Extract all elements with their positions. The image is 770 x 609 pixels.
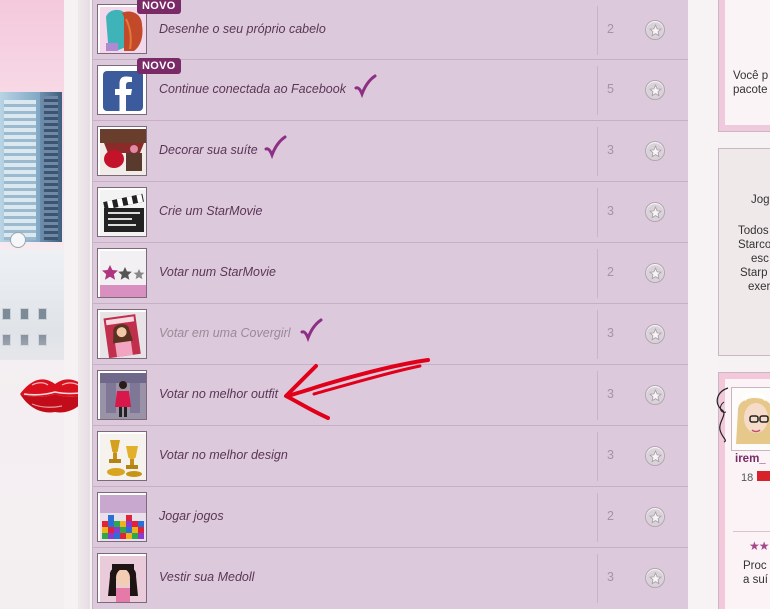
turkey-flag-icon xyxy=(757,471,770,481)
star-icon xyxy=(649,327,662,340)
level-stars-icon: ★★ xyxy=(749,539,769,553)
info-text: exer xyxy=(748,281,770,293)
activity-count: 5 xyxy=(607,82,614,96)
package-text: Você p pacote xyxy=(733,70,769,96)
activity-count: 2 xyxy=(607,509,614,523)
star-button[interactable] xyxy=(645,446,665,466)
activity-title[interactable]: Crie um StarMovie xyxy=(159,204,263,218)
magazine-cover-icon xyxy=(97,309,147,359)
star-button[interactable] xyxy=(645,20,665,40)
activity-count: 3 xyxy=(607,570,614,584)
activity-title[interactable]: Decorar sua suíte xyxy=(159,143,258,157)
activity-row[interactable]: NOVO Continue conectada ao Facebook 5 xyxy=(93,58,689,121)
star-icon xyxy=(649,205,662,218)
star-icon xyxy=(649,510,662,523)
activity-row[interactable]: NOVO Desenhe o seu próprio cabelo 2 xyxy=(93,0,689,60)
medoll-icon xyxy=(97,553,147,603)
profile-age: 18 xyxy=(741,472,754,484)
star-icon xyxy=(649,449,662,462)
decorative-city-background xyxy=(0,0,64,609)
activity-list: NOVO Desenhe o seu próprio cabelo 2 NOVO… xyxy=(92,0,689,609)
activity-row[interactable]: Votar no melhor outfit 3 xyxy=(93,365,689,426)
star-button[interactable] xyxy=(645,141,665,161)
star-button[interactable] xyxy=(645,202,665,222)
activity-row[interactable]: Votar em uma Covergirl 3 xyxy=(93,304,689,365)
star-icon xyxy=(649,388,662,401)
activity-title[interactable]: Vestir sua Medoll xyxy=(159,570,254,584)
star-icon xyxy=(649,23,662,36)
activity-count: 2 xyxy=(607,22,614,36)
checkmark-icon xyxy=(300,318,323,343)
star-button[interactable] xyxy=(645,80,665,100)
suite-decor-icon xyxy=(97,126,147,176)
activity-title[interactable]: Votar em uma Covergirl xyxy=(159,326,291,340)
star-icon xyxy=(649,266,662,279)
activity-row[interactable]: Votar no melhor design 3 xyxy=(93,426,689,487)
activity-title[interactable]: Desenhe o seu próprio cabelo xyxy=(159,22,326,36)
package-card: Você p pacote xyxy=(718,0,770,132)
activity-row[interactable]: Votar num StarMovie 2 xyxy=(93,243,689,304)
right-sidebar: Você p pacote Jog Todos Starco esc Starp… xyxy=(718,0,770,609)
checkmark-icon xyxy=(264,135,287,160)
panel-shadow xyxy=(78,0,90,609)
activity-count: 3 xyxy=(607,204,614,218)
profile-name[interactable]: irem_ xyxy=(735,453,766,465)
new-badge: NOVO xyxy=(137,0,181,14)
info-text: esc xyxy=(751,253,769,265)
profile-text: Proc xyxy=(743,560,767,572)
star-icon xyxy=(649,144,662,157)
activity-row[interactable]: Vestir sua Medoll 3 xyxy=(93,548,689,609)
activity-row[interactable]: Crie um StarMovie 3 xyxy=(93,182,689,243)
activity-title[interactable]: Jogar jogos xyxy=(159,509,224,523)
trophies-icon xyxy=(97,431,147,481)
avatar[interactable] xyxy=(731,387,770,451)
star-button[interactable] xyxy=(645,263,665,283)
star-icon xyxy=(649,83,662,96)
profile-text: a suí xyxy=(743,574,768,586)
activity-count: 2 xyxy=(607,265,614,279)
activity-title[interactable]: Votar num StarMovie xyxy=(159,265,276,279)
star-button[interactable] xyxy=(645,385,665,405)
new-badge: NOVO xyxy=(137,58,181,74)
info-text: Starp xyxy=(740,267,768,279)
activity-title[interactable]: Votar no melhor design xyxy=(159,448,288,462)
activity-title[interactable]: Continue conectada ao Facebook xyxy=(159,82,346,96)
outfit-icon xyxy=(97,370,147,420)
activity-count: 3 xyxy=(607,326,614,340)
info-text: Jog xyxy=(751,194,770,206)
info-card: Jog Todos Starco esc Starp exer xyxy=(718,148,770,356)
right-gutter xyxy=(688,0,718,609)
clock-icon xyxy=(10,232,26,248)
star-button[interactable] xyxy=(645,507,665,527)
info-text: Starco xyxy=(738,239,770,251)
star-button[interactable] xyxy=(645,324,665,344)
activity-row[interactable]: Decorar sua suíte 3 xyxy=(93,121,689,182)
checkmark-icon xyxy=(354,74,377,99)
doodle-decoration xyxy=(716,387,729,443)
activity-count: 3 xyxy=(607,143,614,157)
info-text: Todos xyxy=(738,225,769,237)
star-button[interactable] xyxy=(645,568,665,588)
star-icon xyxy=(649,571,662,584)
activity-title[interactable]: Votar no melhor outfit xyxy=(159,387,278,401)
clapperboard-icon xyxy=(97,187,147,237)
rating-stars-icon xyxy=(97,248,147,298)
game-blocks-icon xyxy=(97,492,147,542)
activity-count: 3 xyxy=(607,448,614,462)
activity-count: 3 xyxy=(607,387,614,401)
activity-row[interactable]: Jogar jogos 2 xyxy=(93,487,689,548)
